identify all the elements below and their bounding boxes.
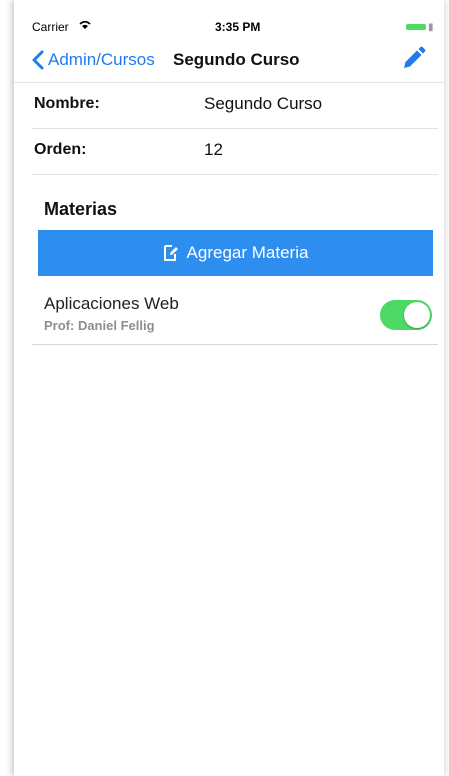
chevron-left-icon (32, 50, 44, 70)
toggle-knob (404, 302, 430, 328)
battery-icon (406, 24, 426, 30)
page-title: Segundo Curso (173, 50, 300, 69)
battery-percent-icon: ▮ (428, 22, 434, 33)
pencil-icon (404, 46, 426, 68)
list-item-materia[interactable]: Aplicaciones Web Prof: Daniel Fellig (32, 282, 438, 345)
detail-row-orden: Orden: 12 (32, 128, 438, 175)
status-bar: Carrier 3:35 PM ▮ (14, 0, 444, 36)
detail-value: 12 (204, 140, 223, 159)
navigation-bar: Admin/Cursos Segundo Curso (14, 36, 444, 83)
carrier-label: Carrier (32, 20, 69, 34)
materias-section-title: Materias (44, 199, 118, 219)
back-button[interactable]: Admin/Cursos (32, 50, 155, 70)
edit-document-icon (163, 245, 178, 261)
status-time: 3:35 PM (215, 20, 261, 34)
add-materia-label: Agregar Materia (186, 243, 309, 262)
phone-screen: Carrier 3:35 PM ▮ Admin/Cursos Segundo C… (14, 0, 444, 776)
materia-enabled-toggle[interactable] (380, 300, 432, 330)
edit-button[interactable] (400, 46, 426, 77)
wifi-icon (78, 19, 92, 33)
back-button-label: Admin/Cursos (48, 50, 155, 69)
detail-label: Orden: (34, 141, 87, 158)
materia-professor: Prof: Daniel Fellig (44, 318, 155, 333)
materia-name: Aplicaciones Web (44, 294, 179, 313)
detail-value: Segundo Curso (204, 94, 323, 113)
detail-label: Nombre: (34, 95, 100, 112)
add-materia-button[interactable]: Agregar Materia (38, 230, 433, 276)
detail-row-nombre: Nombre: Segundo Curso (32, 82, 438, 129)
